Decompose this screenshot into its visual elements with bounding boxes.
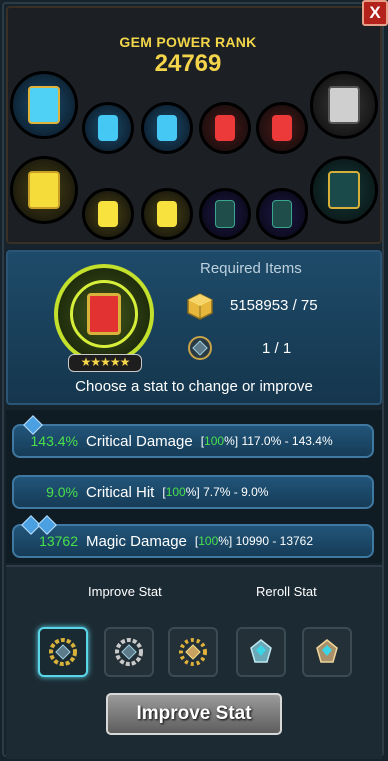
gem-slot-purple-2[interactable] (256, 188, 308, 240)
gem-star-rating: ★★★★★ (68, 354, 142, 372)
stat-row-magic-damage[interactable]: 13762 Magic Damage [100%] 10990 - 13762 (12, 515, 374, 558)
red-gem-icon (215, 115, 235, 141)
gem-slot-yellow-1[interactable] (82, 188, 134, 240)
stat-row-critical-damage[interactable]: 143.4% Critical Damage [100%] 117.0% - 1… (12, 415, 374, 458)
blue-gem-icon (28, 86, 60, 124)
stat-pct: 100 (204, 434, 225, 448)
stat-row-critical-hit[interactable]: 9.0% Critical Hit [100%] 7.7% - 9.0% (12, 475, 374, 509)
stat-range: [100%] 117.0% - 143.4% (201, 434, 333, 448)
instruction-text: Choose a stat to change or improve (75, 378, 313, 395)
yellow-gem-icon (28, 171, 60, 209)
stat-name: Critical Damage (86, 432, 193, 450)
stat-value: 143.4% (30, 433, 78, 449)
gem-power-rank-label: GEM POWER RANK (119, 34, 257, 50)
improve-stat-title: Improve Stat (88, 584, 162, 599)
gem-core-icon (186, 334, 214, 362)
gem-slot-teal-large[interactable] (310, 156, 378, 224)
gem-slot-blue-2[interactable] (141, 102, 193, 154)
silver-gear-gem-icon (115, 638, 143, 666)
red-gem-icon (87, 293, 121, 335)
stat-pct: 100 (198, 534, 219, 548)
stat-name: Magic Damage (86, 532, 187, 550)
reroll-stat-title: Reroll Stat (256, 584, 317, 599)
stat-pct: 100 (165, 485, 186, 499)
gem-slot-blue-large[interactable] (10, 71, 78, 139)
stat-name: Critical Hit (86, 483, 155, 501)
teal-gem-icon (328, 171, 360, 209)
teal-gem-icon (272, 200, 292, 228)
stat-range-values: 10990 - 13762 (235, 534, 314, 548)
reroll-option-cyan[interactable] (236, 627, 286, 677)
stat-value: 13762 (39, 533, 78, 549)
gem-core-count: 1 / 1 (262, 340, 292, 357)
blue-gem-icon (157, 115, 177, 141)
gem-slot-red-1[interactable] (199, 102, 251, 154)
selected-gem-inner (70, 280, 138, 348)
grey-gem-icon (328, 86, 360, 124)
stat-range: [100%] 10990 - 13762 (195, 534, 313, 548)
stat-pct-close: %] (224, 434, 239, 448)
gem-slot-purple-1[interactable] (199, 188, 251, 240)
improve-option-ornate[interactable] (168, 627, 218, 677)
yellow-gem-icon (157, 201, 177, 227)
gem-upgrade-window: GEM POWER RANK 24769 ★★★★★ Required Item… (0, 0, 388, 761)
improve-option-silver[interactable] (104, 627, 154, 677)
gem-slot-grey-large[interactable] (310, 71, 378, 139)
gold-crystal-icon (316, 639, 338, 663)
gold-cube-icon (186, 292, 214, 320)
stat-pct-close: %] (185, 485, 200, 499)
cyan-crystal-icon (250, 639, 272, 663)
required-items-title: Required Items (200, 260, 302, 277)
improve-option-gold[interactable] (38, 627, 88, 677)
yellow-gem-icon (98, 201, 118, 227)
gem-slot-blue-1[interactable] (82, 102, 134, 154)
gem-slot-yellow-large[interactable] (10, 156, 78, 224)
stat-pct-close: %] (218, 534, 233, 548)
stat-range-values: 7.7% - 9.0% (203, 485, 269, 499)
gold-cube-count: 5158953 / 75 (230, 297, 318, 314)
ornate-gear-gem-icon (179, 638, 207, 666)
stat-range-values: 117.0% - 143.4% (241, 434, 333, 448)
gold-gear-gem-icon (49, 638, 77, 666)
red-gem-icon (272, 115, 292, 141)
blue-gem-icon (98, 115, 118, 141)
gem-slot-red-2[interactable] (256, 102, 308, 154)
selected-gem (54, 264, 154, 364)
stat-value: 9.0% (46, 484, 78, 500)
close-button[interactable]: X (362, 0, 388, 26)
reroll-option-gold[interactable] (302, 627, 352, 677)
teal-gem-icon (215, 200, 235, 228)
improve-stat-button[interactable]: Improve Stat (106, 693, 282, 735)
stat-range: [100%] 7.7% - 9.0% (162, 485, 268, 499)
gem-slot-yellow-2[interactable] (141, 188, 193, 240)
